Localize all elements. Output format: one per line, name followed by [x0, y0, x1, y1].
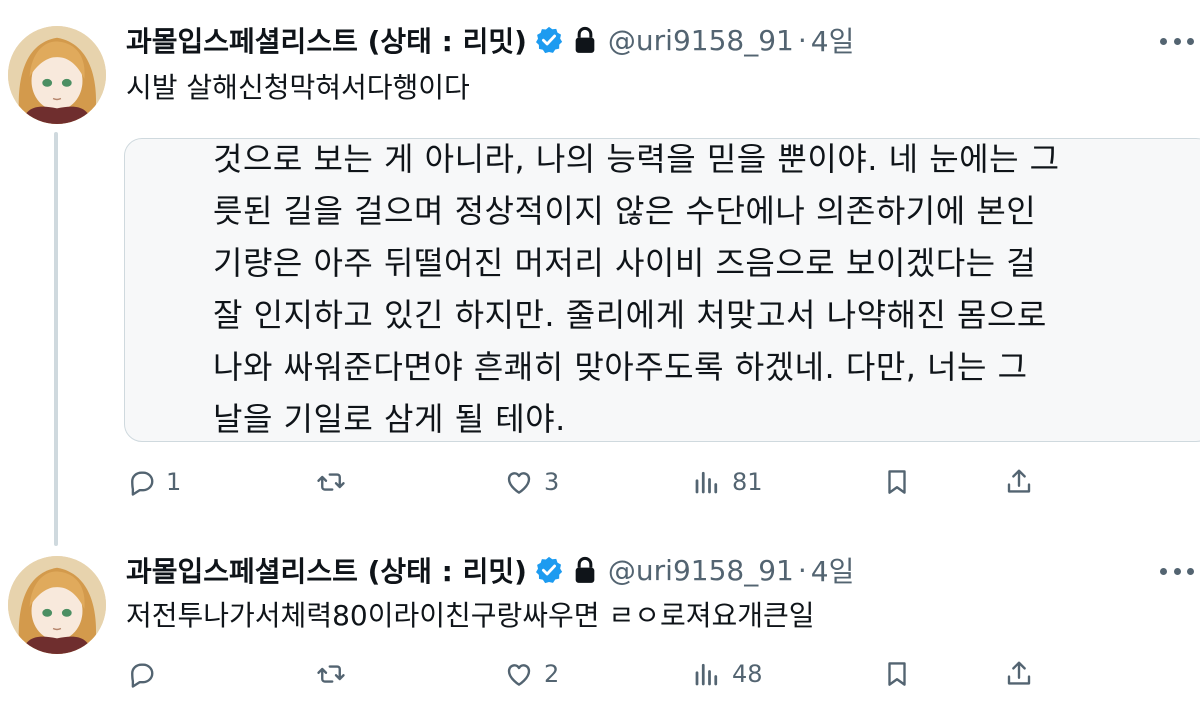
- more-icon[interactable]: [1160, 36, 1194, 46]
- share-icon: [1007, 469, 1031, 493]
- views-button[interactable]: 48: [692, 654, 763, 694]
- tweet-header: 과몰입스페셜리스트 (상태 : 리밋) @uri9158_91 · 4일: [126, 18, 854, 62]
- view-count: 48: [732, 660, 763, 688]
- quote-line: 기량은 아주 뒤떨어진 머저리 사이비 즈음으로 보이겠다는 걸: [213, 244, 1037, 282]
- lock-icon: [573, 26, 597, 54]
- retweet-icon: [317, 665, 345, 683]
- bookmark-icon: [888, 662, 906, 686]
- like-count: 3: [544, 468, 560, 496]
- more-icon[interactable]: [1160, 566, 1194, 576]
- separator-dot: ·: [797, 553, 807, 587]
- tweet-text: 저전투나가서체력80이라이친구랑싸우면 ㄹㅇ로져요개큰일: [126, 599, 815, 632]
- avatar[interactable]: [8, 556, 106, 654]
- share-button[interactable]: [1004, 654, 1034, 694]
- lock-icon: [573, 556, 597, 584]
- retweet-icon: [317, 473, 345, 491]
- verified-badge-icon[interactable]: [534, 555, 564, 585]
- quote-line: 잘 인지하고 있긴 하지만. 줄리에게 처맞고서 나약해진 몸으로: [213, 296, 1047, 334]
- views-button[interactable]: 81: [692, 462, 763, 502]
- quote-line: 릇된 길을 걸으며 정상적이지 않은 수단에나 의존하기에 본인: [213, 192, 1037, 230]
- retweet-button[interactable]: [316, 462, 356, 502]
- bookmark-button[interactable]: [882, 654, 912, 694]
- views-icon: [695, 471, 718, 494]
- timestamp[interactable]: 4일: [811, 20, 855, 60]
- avatar[interactable]: [8, 26, 106, 124]
- quote-line: 나와 싸워준다면야 흔쾌히 맞아주도록 하겠네. 다만, 너는 그: [213, 348, 1028, 386]
- share-button[interactable]: [1004, 462, 1034, 502]
- reply-button[interactable]: 1: [126, 462, 181, 502]
- timestamp[interactable]: 4일: [811, 550, 855, 590]
- bookmark-icon: [888, 470, 906, 494]
- reply-icon: [131, 663, 154, 688]
- quote-line: 것으로 보는 게 아니라, 나의 능력을 믿을 뿐이야. 네 눈에는 그: [213, 140, 1060, 178]
- reply-button[interactable]: [126, 654, 166, 694]
- display-name[interactable]: 과몰입스페셜리스트 (상태 : 리밋): [126, 550, 527, 590]
- avatar-image: [8, 556, 106, 654]
- bookmark-button[interactable]: [882, 462, 912, 502]
- like-button[interactable]: 3: [504, 462, 559, 502]
- tweet-text: 시발 살해신청막혀서다행이다: [126, 71, 470, 104]
- tweet-actions: 2 48: [0, 654, 1200, 694]
- separator-dot: ·: [797, 23, 807, 57]
- like-icon: [507, 472, 531, 494]
- handle[interactable]: @uri9158_91: [608, 24, 794, 57]
- views-icon: [695, 663, 718, 686]
- display-name[interactable]: 과몰입스페셜리스트 (상태 : 리밋): [126, 20, 527, 60]
- view-count: 81: [732, 468, 763, 496]
- tweet-actions: 1 3 81: [0, 462, 1200, 502]
- like-icon: [507, 664, 531, 686]
- retweet-button[interactable]: [316, 654, 356, 694]
- reply-icon: [131, 471, 154, 496]
- handle[interactable]: @uri9158_91: [608, 554, 794, 587]
- reply-count: 1: [166, 468, 182, 496]
- like-count: 2: [544, 660, 560, 688]
- tweet-header: 과몰입스페셜리스트 (상태 : 리밋) @uri9158_91 · 4일: [126, 548, 854, 592]
- like-button[interactable]: 2: [504, 654, 559, 694]
- avatar-image: [8, 26, 106, 124]
- quote-line: 날을 기일로 삼게 될 테야.: [213, 400, 566, 438]
- verified-badge-icon[interactable]: [534, 25, 564, 55]
- share-icon: [1007, 661, 1031, 685]
